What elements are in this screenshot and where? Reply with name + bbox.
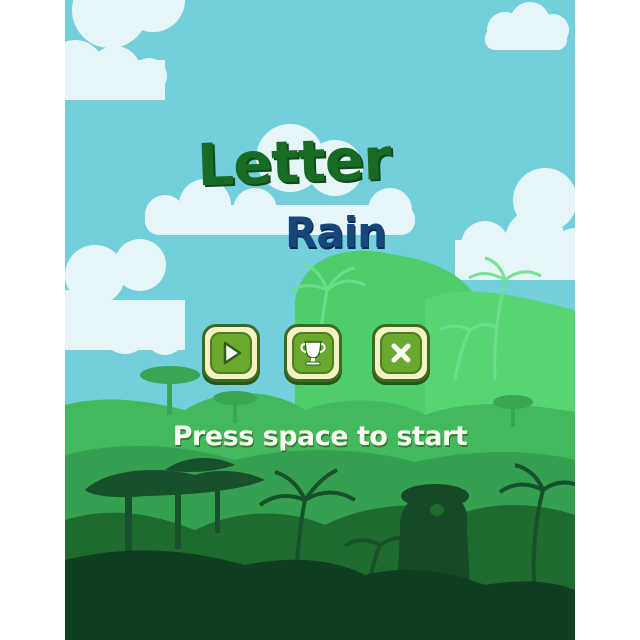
leaderboard-button[interactable] [284, 324, 342, 382]
start-hint: Press space to start [172, 421, 468, 452]
leaderboard-button-face [292, 332, 334, 374]
game-title-main: Letter [195, 124, 392, 200]
play-button-face [210, 332, 252, 374]
play-icon [223, 341, 242, 365]
close-icon [391, 343, 411, 363]
play-button[interactable] [202, 324, 260, 382]
jungle-background [65, 0, 575, 640]
trophy-icon [300, 341, 326, 366]
quit-button[interactable] [372, 324, 430, 382]
quit-button-face [380, 332, 422, 374]
game-canvas[interactable]: Letter Rain Press space to start [65, 0, 575, 640]
game-title-sub: Rain [285, 208, 387, 257]
